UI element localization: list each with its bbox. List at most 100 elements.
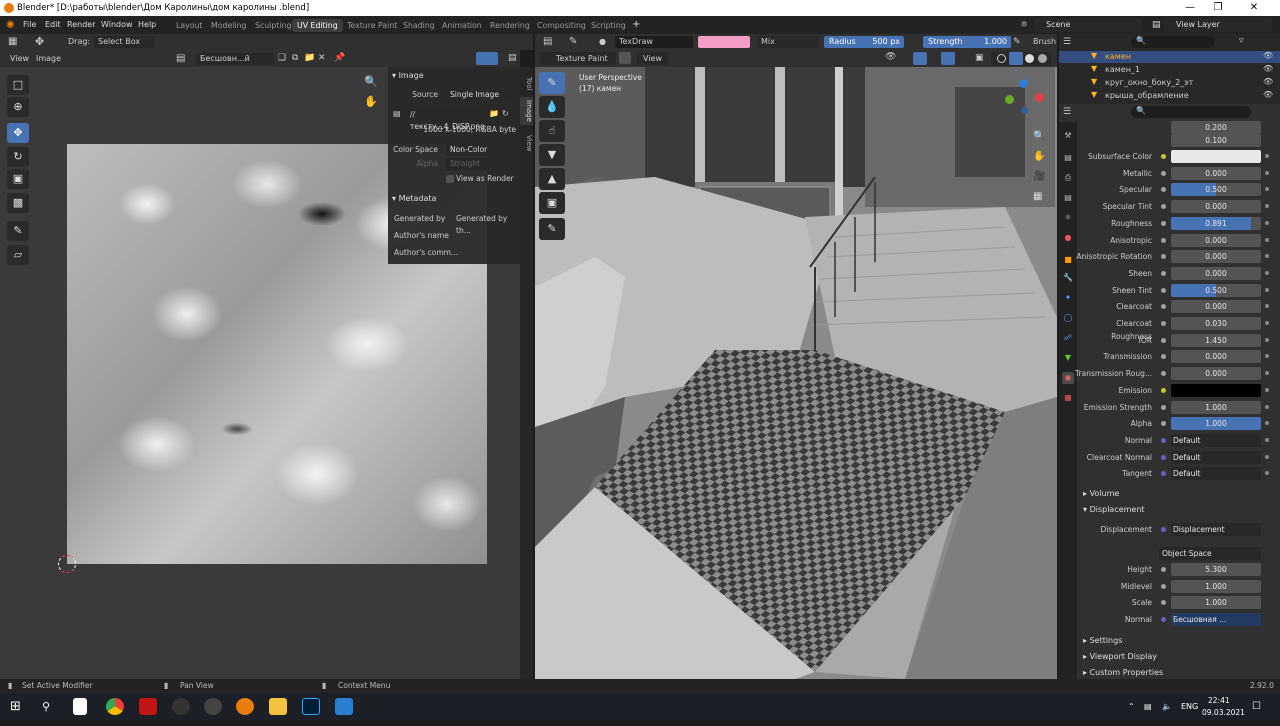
file-browse-icon[interactable]: ▤ [393, 109, 401, 118]
keyframe-dot-icon[interactable] [1265, 321, 1269, 325]
world-tab-icon[interactable]: ● [1062, 232, 1074, 244]
value-slider[interactable]: 1.000 [1171, 400, 1261, 414]
overlay-toggle-icon[interactable] [476, 52, 498, 65]
tab-tool[interactable]: Tool [520, 73, 533, 95]
radius-slider[interactable]: Radius 500 px [824, 36, 904, 48]
tab-sculpting[interactable]: Sculpting [250, 19, 296, 32]
viewport-menu-view[interactable]: View [637, 52, 668, 65]
keyframe-dot-icon[interactable] [1265, 387, 1269, 392]
pan-hand-icon[interactable]: ✋ [364, 95, 378, 108]
metadata-panel-header[interactable]: ▾ Metadata [392, 193, 517, 205]
search-icon[interactable]: ⚲ [42, 693, 50, 720]
language-indicator[interactable]: ENG [1181, 693, 1198, 720]
value-slider[interactable]: 0.000 [1171, 233, 1261, 247]
value-slider[interactable]: 0.000 [1171, 266, 1261, 280]
select-box-tool-icon[interactable]: □ [7, 75, 29, 95]
collapsed-section[interactable]: ▸ Custom Properties [1083, 666, 1163, 680]
add-workspace-icon[interactable]: + [632, 16, 640, 34]
editor-type-icon[interactable]: ▦ [8, 34, 17, 50]
viewport-editor-icon[interactable]: ▤ [543, 34, 552, 50]
blender-taskbar-icon[interactable] [236, 698, 254, 715]
top-value-field[interactable]: 0.200 [1171, 121, 1261, 134]
brush-name-field[interactable]: TexDraw [615, 36, 693, 48]
displacement-link-field[interactable]: Displacement [1171, 523, 1261, 536]
disp-value-field[interactable]: 5.300 [1171, 563, 1261, 576]
tab-uv-editing[interactable]: UV Editing [292, 19, 343, 32]
mask-tool-icon[interactable]: ▣ [539, 192, 565, 214]
keyframe-dot-icon[interactable] [1265, 404, 1269, 409]
viewport-zoom-icon[interactable]: 🔍 [1033, 131, 1045, 142]
output-tab-icon[interactable]: ⎙ [1062, 172, 1074, 184]
value-slider[interactable]: 0.500 [1171, 183, 1261, 197]
volume-section[interactable]: ▸ Volume [1083, 487, 1119, 501]
gizmo-toggle-icon[interactable] [913, 52, 927, 65]
unlink-image-icon[interactable]: ✕ [318, 50, 326, 67]
top-value-field[interactable]: 0.100 [1171, 134, 1261, 147]
outliner-item-2[interactable]: круг_окно_боку_2_эт [1105, 77, 1193, 89]
value-slider[interactable]: 0.000 [1171, 250, 1261, 264]
keyframe-dot-icon[interactable] [1265, 154, 1269, 158]
tray-arrow-icon[interactable]: ⌃ [1128, 693, 1135, 720]
menu-file[interactable]: File [23, 16, 36, 34]
outliner-item-3[interactable]: крыша_обрамление [1105, 90, 1189, 102]
outliner-search-input[interactable]: 🔍 [1131, 36, 1215, 48]
restore-icon[interactable]: ❐ [1204, 0, 1232, 16]
notifications-icon[interactable]: ☐ [1252, 693, 1261, 720]
gizmo-neg-z-axis[interactable] [1021, 107, 1028, 114]
navigation-gizmo[interactable] [1001, 77, 1047, 123]
open-folder-icon[interactable]: 📁 [304, 50, 315, 67]
value-slider[interactable]: 0.891 [1171, 216, 1261, 230]
material-tab-icon[interactable]: ◉ [1062, 372, 1074, 384]
new-image-icon[interactable]: ❏ [278, 50, 286, 67]
link-field[interactable]: Default [1171, 467, 1261, 481]
scene-tab-icon[interactable]: ⚛ [1062, 212, 1074, 224]
shading-mode-buttons[interactable] [991, 52, 1051, 65]
tab-animation[interactable]: Animation [437, 19, 487, 32]
fill-tool-icon[interactable]: ▲ [539, 168, 565, 190]
gizmo-x-axis[interactable] [1035, 93, 1044, 102]
visibility-eye-icon[interactable]: 👁 [1263, 51, 1273, 60]
tab-texture-paint[interactable]: Texture Paint [342, 19, 402, 32]
disp-value-field[interactable]: 1.000 [1171, 596, 1261, 610]
tab-image[interactable]: Image [520, 97, 533, 125]
value-slider[interactable]: 0.000 [1171, 300, 1261, 314]
tab-scripting[interactable]: Scripting [586, 19, 631, 32]
scale-tool-icon[interactable]: ▣ [7, 169, 29, 189]
outliner-editor-icon[interactable]: ☰ [1063, 37, 1071, 47]
solid-shading-icon[interactable] [1009, 52, 1023, 65]
camera-view-icon[interactable]: 🎥 [1033, 171, 1045, 182]
data-tab-icon[interactable]: ▼ [1062, 352, 1074, 364]
clone-tool-icon[interactable]: ▼ [539, 144, 565, 166]
smear-tool-icon[interactable]: ☝ [539, 120, 565, 142]
source-dropdown[interactable]: Single Image [446, 89, 516, 101]
value-slider[interactable]: 0.500 [1171, 283, 1261, 297]
texture-tab-icon[interactable]: ▦ [1062, 392, 1074, 404]
value-slider[interactable]: 0.030 [1171, 317, 1261, 330]
material-shading-icon[interactable] [1025, 54, 1034, 63]
wireframe-shading-icon[interactable] [997, 54, 1006, 63]
mask-toggle-icon[interactable] [619, 52, 631, 64]
scene-selector[interactable]: Scene [1034, 18, 1142, 32]
tab-compositing[interactable]: Compositing [532, 19, 591, 32]
outliner-item-0[interactable]: камен [1105, 51, 1131, 63]
strength-slider[interactable]: Strength 1.000 [923, 36, 1011, 48]
reload-icon[interactable]: ↻ [502, 109, 509, 118]
object-tab-icon[interactable]: ■ [1062, 254, 1074, 266]
outliner-item-1[interactable]: камен_1 [1105, 64, 1140, 76]
blender-menu-icon[interactable]: ◉ [6, 16, 15, 34]
paint-brush-icon[interactable]: ✎ [569, 34, 577, 50]
mode-dropdown[interactable]: Texture Paint [540, 52, 616, 65]
tab-shading[interactable]: Shading [398, 19, 440, 32]
view-layer-selector[interactable]: View Layer [1164, 18, 1272, 32]
pen-pressure-icon[interactable]: ✎ [1013, 34, 1021, 50]
visibility-eye-icon[interactable]: 👁 [1263, 77, 1273, 86]
uv-menu-image[interactable]: Image [36, 50, 61, 67]
network-icon[interactable]: ▤ [1144, 693, 1152, 720]
keyframe-dot-icon[interactable] [1265, 287, 1269, 292]
value-slider[interactable]: 1.450 [1171, 333, 1261, 347]
move-tool-icon[interactable]: ✥ [35, 34, 44, 50]
2d-cursor-icon[interactable] [58, 555, 76, 573]
minimize-icon[interactable]: — [1176, 0, 1204, 16]
uv-menu-view[interactable]: View [10, 50, 29, 67]
visibility-eye-icon[interactable]: 👁 [1263, 64, 1273, 73]
